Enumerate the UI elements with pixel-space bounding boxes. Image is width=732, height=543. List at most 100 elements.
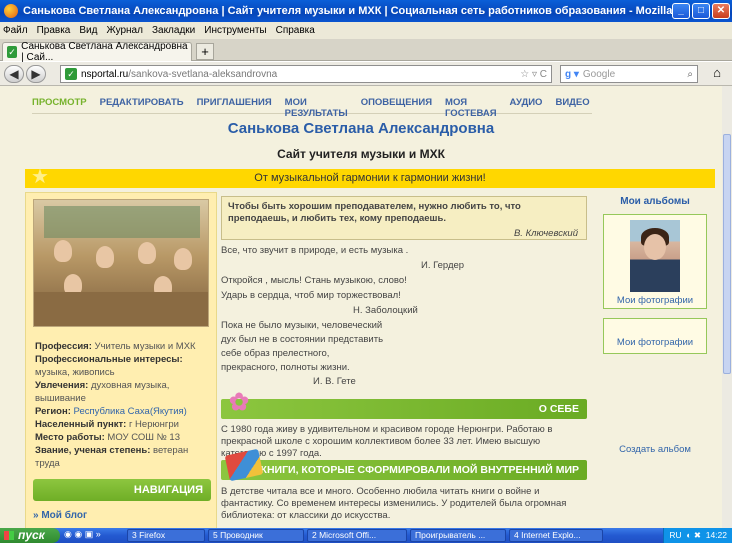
taskbar-ie[interactable]: 4 Internet Explo... — [509, 529, 603, 542]
album-card[interactable]: Мои фотографии — [603, 214, 707, 309]
about-text: С 1980 года живу в удивительном и красив… — [221, 424, 553, 459]
hobby-label: Увлечения: — [35, 380, 89, 391]
profile-info: Профессия: Учитель музыки и МХК Професси… — [35, 340, 213, 470]
menu-bar: Файл Правка Вид Журнал Закладки Инструме… — [0, 22, 732, 39]
magnifier-icon[interactable]: ⌕ — [687, 69, 693, 80]
page-viewport: ПРОСМОТР РЕДАКТИРОВАТЬ ПРИГЛАШЕНИЯ МОИ Р… — [0, 86, 722, 528]
photo-child — [54, 240, 72, 262]
menu-edit[interactable]: Правка — [37, 25, 71, 36]
search-box[interactable]: g ▾ Google ⌕ — [560, 65, 698, 83]
flower-icon: ✿ — [229, 389, 250, 416]
region-label: Регион: — [35, 406, 71, 417]
menu-history[interactable]: Журнал — [106, 25, 143, 36]
album-label[interactable]: Мои фотографии — [604, 337, 706, 348]
albums-title[interactable]: Мои альбомы — [603, 196, 707, 207]
blog-link-label: Мой блог — [41, 510, 88, 521]
nav-invitations[interactable]: ПРИГЛАШЕНИЯ — [197, 94, 272, 113]
about-title: О СЕБЕ — [538, 403, 579, 415]
books-text: В детстве читала все и много. Особенно л… — [221, 486, 567, 521]
menu-bookmarks[interactable]: Закладки — [152, 25, 195, 36]
new-tab-button[interactable]: + — [196, 43, 214, 60]
profession-label: Профессия: — [35, 341, 92, 352]
quicklaunch-icons[interactable]: ◉ ◉ ▣ » — [64, 529, 124, 542]
rank-label: Звание, ученая степень: — [35, 445, 151, 456]
motto-banner: ★ От музыкальной гармонии к гармонии жиз… — [25, 166, 715, 188]
poem-line: себе образ прелестного, — [221, 348, 330, 359]
taskbar-explorer[interactable]: 5 Проводник — [208, 529, 304, 542]
menu-help[interactable]: Справка — [276, 25, 315, 36]
blog-link[interactable]: » Мой блог — [33, 510, 87, 521]
poem-author: И. Гердер — [421, 260, 465, 271]
tab-active[interactable]: ✓ Санькова Светлана Александровна | Сай.… — [2, 41, 192, 63]
nav-results[interactable]: МОИ РЕЗУЛЬТАТЫ — [285, 94, 348, 119]
taskbar-firefox[interactable]: 3 Firefox — [127, 529, 205, 542]
profession-value: Учитель музыки и МХК — [94, 341, 196, 352]
interests-value: музыка, живопись — [35, 367, 115, 378]
google-search-icon: g ▾ — [565, 68, 579, 80]
start-button[interactable]: пуск — [0, 528, 60, 543]
quote-author: В. Ключевский — [513, 228, 578, 239]
nav-edit[interactable]: РЕДАКТИРОВАТЬ — [100, 94, 184, 113]
album-card[interactable]: Мои фотографии — [603, 318, 707, 354]
work-label: Место работы: — [35, 432, 105, 443]
tray-icons[interactable]: ◐ ✖ — [684, 530, 703, 540]
poem-line: Все, что звучит в природе, и есть музыка… — [221, 245, 409, 256]
taskbar: пуск ◉ ◉ ▣ » 3 Firefox 5 Проводник 2 Mic… — [0, 528, 732, 543]
taskbar-office[interactable]: 2 Microsoft Offi... — [307, 529, 407, 542]
nav-view[interactable]: ПРОСМОТР — [32, 94, 87, 113]
motto-text: От музыкальной гармонии к гармонии жизни… — [254, 172, 486, 184]
window-title: Санькова Светлана Александровна | Сайт у… — [23, 5, 672, 17]
site-identity-icon: ✓ — [65, 68, 77, 80]
nav-notifications[interactable]: ОПОВЕЩЕНИЯ — [361, 94, 432, 113]
nsportal-favicon-icon: ✓ — [7, 46, 18, 58]
profile-sidebar: Профессия: Учитель музыки и МХК Професси… — [25, 192, 217, 528]
poem-line: Откройся , мысль! Стань музыкою, слово! — [221, 275, 407, 286]
system-tray: RU ◐ ✖ 14:22 — [663, 528, 732, 543]
minimize-button[interactable]: _ — [672, 3, 690, 19]
tab-label: Санькова Светлана Александровна | Сай... — [21, 41, 188, 63]
taskbar-player[interactable]: Проигрыватель ... — [410, 529, 506, 542]
tab-bar: ✓ Санькова Светлана Александровна | Сай.… — [0, 39, 732, 63]
address-bar[interactable]: ✓ nsportal.ru/sankova-svetlana-aleksandr… — [60, 65, 552, 83]
start-label: пуск — [18, 528, 45, 542]
poem-line: дух был не в состоянии представить — [221, 334, 384, 345]
menu-tools[interactable]: Инструменты — [204, 25, 266, 36]
region-link[interactable]: Республика Саха(Якутия) — [74, 406, 187, 417]
menu-file[interactable]: Файл — [3, 25, 28, 36]
city-value: г Нерюнгри — [128, 419, 179, 430]
create-album-link[interactable]: Создать альбом — [603, 444, 707, 455]
vertical-scrollbar[interactable] — [722, 86, 732, 528]
nav-audio[interactable]: АУДИО — [510, 94, 543, 113]
home-icon[interactable]: ⌂ — [707, 65, 727, 83]
photo-child — [174, 248, 192, 270]
forward-button[interactable]: ▶ — [26, 65, 46, 83]
navigation-bar: ◀ ▶ ✓ nsportal.ru/sankova-svetlana-aleks… — [0, 62, 732, 86]
menu-view[interactable]: Вид — [79, 25, 97, 36]
interests-label: Профессиональные интересы: — [35, 354, 183, 365]
poem-line: прекрасного, полноты жизни. — [221, 362, 350, 373]
album-photo[interactable] — [630, 220, 680, 292]
nav-guestbook[interactable]: МОЯ ГОСТЕВАЯ — [445, 94, 497, 119]
about-header: ✿ О СЕБЕ — [221, 391, 587, 419]
quote-text: Чтобы быть хорошим преподавателем, нужно… — [228, 201, 521, 224]
scrollbar-thumb[interactable] — [723, 134, 731, 374]
photo-desk — [34, 292, 208, 326]
work-value: МОУ СОШ № 13 — [107, 432, 180, 443]
books-header: КНИГИ, КОТОРЫЕ СФОРМИРОВАЛИ МОЙ ВНУТРЕНН… — [221, 448, 587, 482]
poem-line: Ударь в сердца, чтоб мир торжествовал! — [221, 290, 401, 301]
poem-line: Пока не было музыки, человеческий — [221, 320, 383, 331]
firefox-icon — [4, 4, 18, 18]
star-icon: ★ — [31, 166, 49, 188]
close-button[interactable]: ✕ — [712, 3, 730, 19]
url-domain: nsportal.ru — [81, 68, 129, 80]
books-title: КНИГИ, КОТОРЫЕ СФОРМИРОВАЛИ МОЙ ВНУТРЕНН… — [260, 464, 579, 476]
back-button[interactable]: ◀ — [4, 65, 24, 83]
album-label[interactable]: Мои фотографии — [604, 295, 706, 306]
language-indicator[interactable]: RU — [669, 530, 681, 540]
nav-video[interactable]: ВИДЕО — [555, 94, 589, 113]
profile-nav: ПРОСМОТР РЕДАКТИРОВАТЬ ПРИГЛАШЕНИЯ МОИ Р… — [32, 94, 592, 119]
page-subtitle: Сайт учителя музыки и МХК — [277, 147, 445, 161]
maximize-button[interactable]: □ — [692, 3, 710, 19]
bookmark-star-icon[interactable]: ☆ ▿ C — [520, 69, 547, 80]
classroom-photo[interactable] — [33, 199, 209, 327]
